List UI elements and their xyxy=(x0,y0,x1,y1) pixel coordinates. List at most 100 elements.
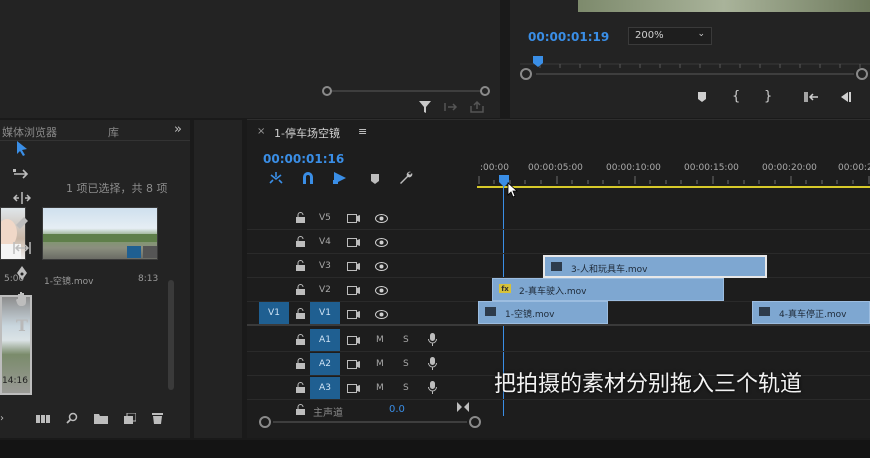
program-video-frame xyxy=(578,0,870,12)
sequence-tab[interactable]: 1-停车场空镜 xyxy=(274,125,340,141)
mute-button[interactable]: M xyxy=(376,335,384,345)
subtitle: 把拍摄的素材分别拖入三个轨道 xyxy=(494,372,803,397)
selection-tool-icon[interactable] xyxy=(10,137,34,159)
ripple-edit-tool-icon[interactable] xyxy=(10,187,34,209)
timeline-timecode[interactable]: 00:00:01:16 xyxy=(263,152,344,166)
tab-libraries[interactable]: 库 xyxy=(108,124,119,140)
target-track-a2[interactable]: A2 xyxy=(310,353,340,375)
lock-icon[interactable] xyxy=(296,212,305,223)
clip-thumb-icon xyxy=(485,307,496,316)
microphone-icon[interactable] xyxy=(428,357,437,370)
razor-tool-icon[interactable] xyxy=(10,212,34,234)
zoom-select[interactable]: 200% ⌄ xyxy=(628,27,712,45)
in-point-icon[interactable]: { xyxy=(732,89,740,104)
chevron-down-icon: ⌄ xyxy=(697,29,705,39)
mute-button[interactable]: M xyxy=(376,359,384,369)
timeline-scroll-left-handle[interactable] xyxy=(259,416,271,428)
wrench-icon[interactable] xyxy=(399,171,413,185)
microphone-icon[interactable] xyxy=(428,381,437,394)
new-item-icon[interactable] xyxy=(124,412,137,424)
clip-v1-b[interactable]: 4-真车停正.mov xyxy=(752,301,870,324)
pen-tool-icon[interactable] xyxy=(10,262,34,284)
sync-lock-icon[interactable] xyxy=(347,285,360,295)
eye-icon[interactable] xyxy=(375,237,388,247)
slip-tool-icon[interactable] xyxy=(10,237,34,259)
clip-v2[interactable]: fx 2-真车驶入.mov xyxy=(492,278,724,301)
new-bin-icon[interactable] xyxy=(94,413,108,424)
filter-icon[interactable] xyxy=(418,100,432,114)
lock-icon[interactable] xyxy=(296,404,305,415)
panel-more-icon[interactable]: » xyxy=(174,122,182,137)
slider-handle-icon[interactable]: › xyxy=(0,413,4,424)
eye-icon[interactable] xyxy=(375,309,388,319)
lock-icon[interactable] xyxy=(296,284,305,295)
sync-lock-icon[interactable] xyxy=(347,335,360,345)
program-playhead[interactable] xyxy=(533,56,543,67)
timeline-ruler[interactable] xyxy=(477,174,870,190)
scroll-left-handle[interactable] xyxy=(322,86,332,96)
program-scroll-right-handle[interactable] xyxy=(856,68,868,80)
eye-icon[interactable] xyxy=(375,261,388,271)
trash-icon[interactable] xyxy=(152,412,163,424)
master-volume-value[interactable]: 0.0 xyxy=(389,404,405,415)
lock-icon[interactable] xyxy=(296,260,305,271)
lock-icon[interactable] xyxy=(296,358,305,369)
clip-name: 1-空镜.mov xyxy=(44,277,94,287)
target-track-a3[interactable]: A3 xyxy=(310,377,340,399)
lock-icon[interactable] xyxy=(296,308,305,319)
fit-tracks-icon[interactable] xyxy=(457,402,469,412)
sync-lock-icon[interactable] xyxy=(347,237,360,247)
clip-thumbnail-selected[interactable] xyxy=(42,207,158,260)
source-patch-v1[interactable]: V1 xyxy=(259,302,289,324)
program-time-ruler[interactable] xyxy=(520,54,870,80)
track-row-v4 xyxy=(247,230,870,254)
go-to-in-icon[interactable] xyxy=(804,91,820,103)
source-zoom-scrollbar[interactable] xyxy=(322,86,490,96)
sequence-menu-icon[interactable]: ≡ xyxy=(358,125,367,138)
sync-lock-icon[interactable] xyxy=(347,309,360,319)
program-scroll-left-handle[interactable] xyxy=(520,68,532,80)
sync-lock-icon[interactable] xyxy=(347,213,360,223)
nest-sequence-icon[interactable] xyxy=(268,171,284,185)
ruler-label: :00:00 xyxy=(480,163,509,173)
snap-icon[interactable] xyxy=(301,171,315,185)
project-scrollbar[interactable] xyxy=(168,280,174,390)
solo-button[interactable]: S xyxy=(403,383,409,393)
hand-tool-icon[interactable] xyxy=(10,288,34,310)
lock-icon[interactable] xyxy=(296,236,305,247)
track-select-tool-icon[interactable] xyxy=(10,163,34,185)
sync-lock-icon[interactable] xyxy=(347,383,360,393)
mute-button[interactable]: M xyxy=(376,383,384,393)
clip-thumb-icon xyxy=(759,307,770,316)
eye-icon[interactable] xyxy=(375,213,388,223)
program-timecode[interactable]: 00:00:01:19 xyxy=(528,30,609,44)
eye-icon[interactable] xyxy=(375,285,388,295)
target-track-a1[interactable]: A1 xyxy=(310,329,340,351)
clip-v3[interactable]: 3-人和玩具车.mov xyxy=(543,255,767,278)
insert-icon[interactable] xyxy=(444,101,458,113)
microphone-icon[interactable] xyxy=(428,333,437,346)
clip-v1-a[interactable]: 1-空镜.mov xyxy=(478,301,608,324)
ruler-label: 00:00:05:00 xyxy=(528,163,583,173)
track-name: V3 xyxy=(319,261,331,271)
search-icon[interactable] xyxy=(66,412,78,424)
sync-lock-icon[interactable] xyxy=(347,261,360,271)
out-point-icon[interactable]: } xyxy=(764,89,772,104)
linked-selection-icon[interactable] xyxy=(333,171,347,185)
bottom-bar xyxy=(0,440,870,458)
freeform-view-icon[interactable] xyxy=(36,414,50,424)
step-back-icon[interactable] xyxy=(838,91,852,103)
marker-icon[interactable] xyxy=(696,91,708,103)
export-frame-icon[interactable] xyxy=(470,100,484,113)
timeline-scroll-right-handle[interactable] xyxy=(469,416,481,428)
lock-icon[interactable] xyxy=(296,334,305,345)
scroll-right-handle[interactable] xyxy=(480,86,490,96)
lock-icon[interactable] xyxy=(296,382,305,393)
sync-lock-icon[interactable] xyxy=(347,359,360,369)
add-marker-icon[interactable] xyxy=(369,173,381,185)
solo-button[interactable]: S xyxy=(403,359,409,369)
type-tool-icon[interactable]: T xyxy=(10,314,34,336)
target-track-v1[interactable]: V1 xyxy=(310,302,340,324)
close-sequence-icon[interactable]: × xyxy=(257,126,265,137)
solo-button[interactable]: S xyxy=(403,335,409,345)
